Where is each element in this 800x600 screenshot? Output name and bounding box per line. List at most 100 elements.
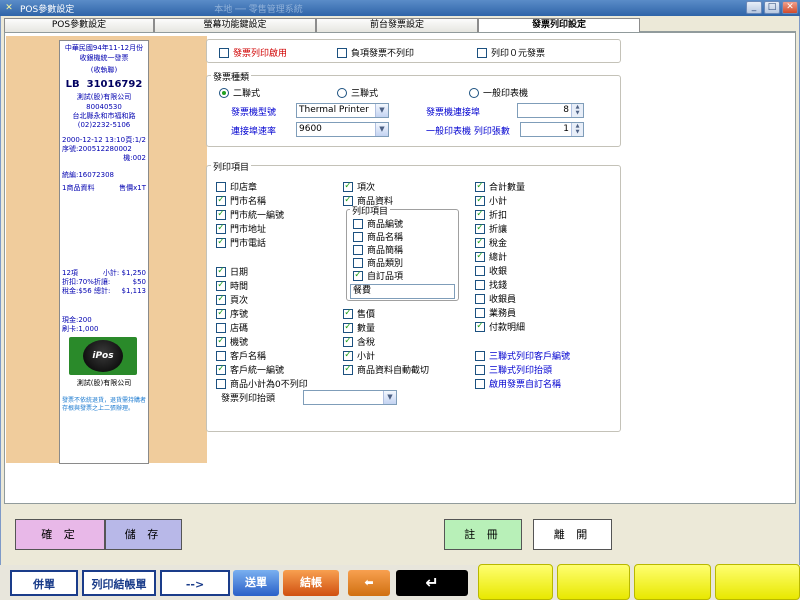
next-page-button[interactable]: --> (160, 570, 230, 596)
print-bill-button[interactable]: 列印結帳單 (82, 570, 156, 596)
tab-front-invoice[interactable]: 前台發票設定 (316, 18, 478, 32)
print-option-checkbox[interactable]: ✓ 折讓 (475, 222, 507, 235)
print-items-legend: 列印項目 (211, 160, 252, 173)
receipt-item-price: 售價x1T (119, 184, 146, 192)
print-option-checkbox[interactable]: ✓ 序號 (216, 307, 248, 320)
tab-pos-settings[interactable]: POS參數設定 (4, 18, 154, 32)
receipt-address: 台北縣永和市福和路 (72, 112, 136, 120)
print-option-checkbox[interactable]: ✓ 日期 (216, 265, 248, 278)
print-option-checkbox[interactable]: ✓ 商品資料自動截切 (343, 363, 429, 376)
general-printer-radio[interactable]: 一般印表機 (469, 86, 528, 99)
back-arrow-button[interactable]: ⬅ (348, 570, 390, 596)
print-option-checkbox[interactable]: ✓ 門市地址 (216, 222, 266, 235)
print-option-checkbox[interactable]: 收銀 (475, 264, 507, 277)
register-button[interactable]: 註 冊 (444, 519, 522, 550)
yellow-function-button-3[interactable] (634, 564, 711, 600)
receipt-discount: $50 (132, 278, 146, 286)
check-icon: ✓ (216, 336, 226, 347)
background-window-title: 本地 ── 零售管理系統 (214, 4, 303, 15)
zero-invoice-print-checkbox[interactable]: 列印０元發票 (477, 46, 545, 59)
tab-function-keys[interactable]: 螢幕功能鍵設定 (154, 18, 316, 32)
invoice-title-label: 發票列印抬頭 (221, 394, 276, 404)
receipt-invoice-number: LB 31016792 (65, 80, 143, 89)
minimize-button[interactable]: _ (746, 1, 762, 14)
print-option-checkbox[interactable]: ✓ 機號 (216, 335, 248, 348)
print-option-checkbox[interactable]: ✓ 自訂品項 (353, 269, 403, 282)
print-option-checkbox[interactable]: 找錢 (475, 278, 507, 291)
yellow-function-button-2[interactable] (557, 564, 630, 600)
machine-type-select[interactable]: Thermal Printer ▼ (296, 103, 389, 118)
receipt-total: $1,113 (121, 287, 147, 295)
print-option-checkbox[interactable]: 商品小計為0不列印 (216, 377, 308, 390)
save-button[interactable]: 儲 存 (105, 519, 182, 550)
port-spinner[interactable]: 8 ▲ ▼ (517, 103, 584, 118)
close-button[interactable]: ✕ (782, 1, 798, 14)
check-icon: ✓ (343, 308, 353, 319)
receipt-header-copy: (收執聯) (90, 66, 118, 74)
print-option-checkbox[interactable]: 商品名稱 (353, 230, 403, 243)
print-option-checkbox[interactable]: ✓ 項次 (343, 180, 375, 193)
receipt-cash: 現金:200 (62, 316, 92, 324)
print-option-checkbox[interactable]: ✓ 小計 (343, 349, 375, 362)
yellow-function-button-1[interactable] (478, 564, 553, 600)
custom-item-input[interactable]: 餐費 (350, 284, 455, 299)
print-option-checkbox[interactable]: ✓ 含稅 (343, 335, 375, 348)
print-option-checkbox[interactable]: ✓ 合計數量 (475, 180, 525, 193)
ipos-logo: iPos (69, 337, 137, 375)
print-option-checkbox[interactable]: 商品簡稱 (353, 243, 403, 256)
print-option-checkbox[interactable]: ✓ 門市電話 (216, 236, 266, 249)
print-option-checkbox[interactable]: ✓ 數量 (343, 321, 375, 334)
copies-spinner[interactable]: 1 ▲ ▼ (520, 122, 584, 137)
print-option-checkbox[interactable]: 收銀員 (475, 292, 516, 305)
print-option-checkbox[interactable]: 商品類別 (353, 256, 403, 269)
print-option-checkbox[interactable]: ✓ 門市統一編號 (216, 208, 284, 221)
empty-box-icon (353, 257, 363, 268)
print-option-checkbox[interactable]: 商品編號 (353, 217, 403, 230)
print-option-checkbox[interactable]: 店碼 (216, 321, 248, 334)
merge-order-button[interactable]: 併單 (10, 570, 78, 596)
print-option-checkbox[interactable]: 啟用發票自訂名稱 (475, 377, 561, 390)
two-part-radio[interactable]: 二聯式 (219, 86, 260, 99)
maximize-button[interactable]: □ (764, 1, 780, 14)
three-part-radio[interactable]: 三聯式 (337, 86, 378, 99)
print-option-checkbox[interactable]: ✓ 客戶統一編號 (216, 363, 284, 376)
check-icon: ✓ (475, 251, 485, 262)
print-items-group: 列印項目 發票列印抬頭 ▼ 列印項目 餐費 商品編號 商品名稱 商品簡稱 商品類別 ✓ 自… (206, 160, 621, 432)
print-option-checkbox[interactable]: ✓ 付款明細 (475, 320, 525, 333)
checkout-button[interactable]: 結帳 (283, 570, 339, 596)
leave-button[interactable]: 離 開 (533, 519, 612, 550)
check-icon: ✓ (343, 350, 353, 361)
enter-button[interactable]: ↵ (396, 570, 468, 596)
print-option-checkbox[interactable]: 三聯式列印抬頭 (475, 363, 552, 376)
print-option-checkbox[interactable]: ✓ 門市名稱 (216, 194, 266, 207)
chevron-down-icon: ▼ (375, 123, 388, 136)
check-icon: ✓ (475, 209, 485, 220)
print-option-checkbox[interactable]: ✓ 商品資料 (343, 194, 393, 207)
print-option-checkbox[interactable]: ✓ 小計 (475, 194, 507, 207)
print-option-checkbox[interactable]: ✓ 頁次 (216, 293, 248, 306)
send-order-button[interactable]: 送單 (233, 570, 279, 596)
print-option-checkbox[interactable]: 業務員 (475, 306, 516, 319)
check-icon: ✓ (216, 195, 226, 206)
check-icon: ✓ (343, 322, 353, 333)
invoice-title-select[interactable]: ▼ (303, 390, 397, 405)
print-option-checkbox[interactable]: 印店章 (216, 180, 257, 193)
print-option-checkbox[interactable]: 客戶名稱 (216, 349, 266, 362)
print-option-checkbox[interactable]: ✓ 時間 (216, 279, 248, 292)
confirm-button[interactable]: 確 定 (15, 519, 105, 550)
yellow-function-button-4[interactable] (715, 564, 800, 600)
print-option-checkbox[interactable]: ✓ 總計 (475, 250, 507, 263)
chevron-down-icon: ▼ (383, 391, 396, 404)
tab-strip: POS參數設定 螢幕功能鍵設定 前台發票設定 發票列印設定 (4, 18, 796, 32)
empty-box-icon (216, 181, 226, 192)
baud-select[interactable]: 9600 ▼ (296, 122, 389, 137)
chevron-down-icon: ▼ (375, 104, 388, 117)
negative-no-print-checkbox[interactable]: 負項發票不列印 (337, 46, 414, 59)
print-option-checkbox[interactable]: ✓ 售價 (343, 307, 375, 320)
print-option-checkbox[interactable]: ✓ 折扣 (475, 208, 507, 221)
invoice-enable-checkbox[interactable]: 發票列印啟用 (219, 46, 287, 59)
tab-invoice-print[interactable]: 發票列印設定 (478, 18, 640, 32)
print-option-checkbox[interactable]: 三聯式列印客戶編號 (475, 349, 570, 362)
empty-box-icon (475, 293, 485, 304)
print-option-checkbox[interactable]: ✓ 稅金 (475, 236, 507, 249)
